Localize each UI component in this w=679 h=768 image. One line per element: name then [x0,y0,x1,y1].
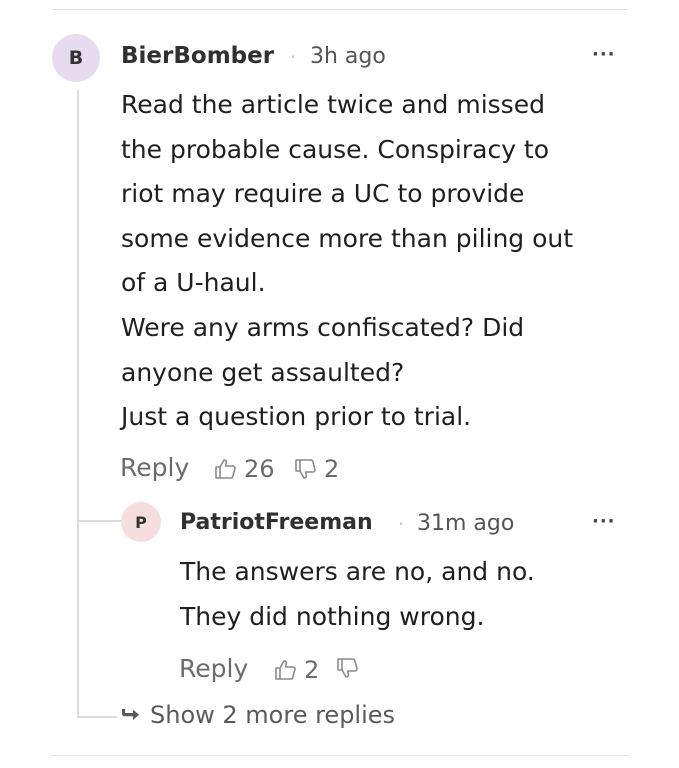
avatar-initial: P [135,512,147,532]
thumbs-down-icon [336,656,360,680]
show-more-connector [77,716,117,718]
thumbs-down-icon [294,457,318,481]
separator-dot: · [398,512,405,536]
reply-line: The answers are no, and no. [180,557,535,586]
avatar-initial: B [68,47,84,69]
downvote-button[interactable] [336,656,366,680]
comment-line: anyone get assaulted? [121,357,405,387]
avatar[interactable]: B [52,34,100,82]
upvote-button[interactable]: 2 [274,656,319,684]
bottom-divider [52,755,628,756]
upvote-count: 2 [304,656,320,684]
upvote-button[interactable]: 26 [214,455,275,483]
reply-author[interactable]: PatriotFreeman [180,510,373,535]
reply-line: They did nothing wrong. [180,601,485,631]
comment-line: of a U-haul. [121,268,266,298]
reply-connector [77,520,123,522]
reply-body: The answers are no, and no. They did not… [180,550,535,639]
reply-button[interactable]: Reply [179,654,248,683]
thumbs-up-icon [274,658,298,682]
upvote-count: 26 [244,455,275,483]
comment-line: riot may require a UC to provide [121,179,525,209]
downvote-button[interactable]: 2 [294,455,339,483]
reply-button[interactable]: Reply [120,453,189,482]
comment-line: Were any arms confiscated? Did [121,312,525,342]
separator-dot: · [290,45,297,69]
reply-arrow-icon [120,701,140,729]
comment-body: Read the article twice and missed the pr… [121,83,573,440]
more-options-icon[interactable]: ··· [592,44,616,65]
comment-author[interactable]: BierBomber [121,43,274,69]
more-options-icon[interactable]: ··· [592,511,616,532]
thumbs-up-icon [214,457,238,481]
downvote-count: 2 [324,455,340,483]
comment-line: Read the article twice and missed [121,90,545,119]
comment-line: Just a question prior to trial. [121,402,472,432]
comment-line: some evidence more than piling out [121,223,574,253]
reply-avatar[interactable]: P [121,502,161,542]
reply-timestamp[interactable]: 31m ago [417,511,514,536]
thread-line [77,90,79,716]
comment-timestamp[interactable]: 3h ago [310,44,386,69]
show-more-replies-button[interactable]: Show 2 more replies [120,701,395,729]
comment-line: the probable cause. Conspiracy to [121,134,550,164]
show-more-label: Show 2 more replies [150,701,396,729]
top-divider [52,9,628,10]
